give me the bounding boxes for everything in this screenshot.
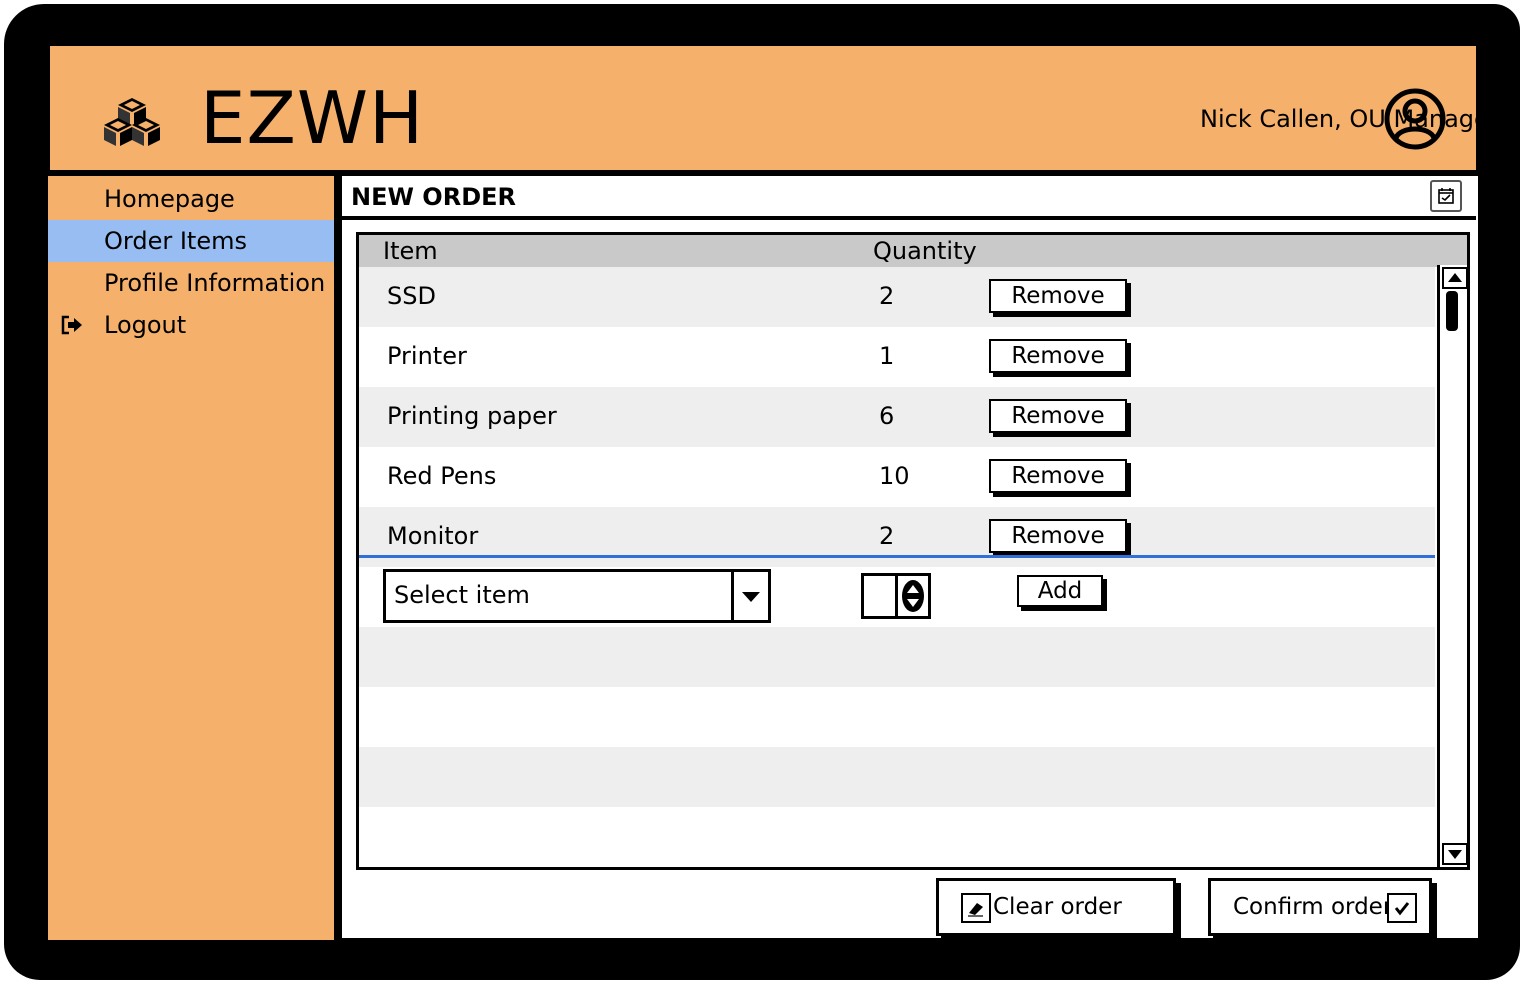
- sidebar-item-label: Profile Information: [104, 269, 326, 297]
- order-items-table: Item Quantity SSD 2 Remove Printer 1 Rem…: [356, 232, 1470, 870]
- logout-icon: [61, 315, 82, 335]
- item-name: Monitor: [387, 522, 479, 550]
- column-header-quantity: Quantity: [873, 237, 977, 265]
- clear-order-label: Clear order: [993, 894, 1122, 920]
- sidebar-item-order-items[interactable]: Order Items: [48, 220, 334, 262]
- item-name: Printer: [387, 342, 467, 370]
- sidebar-item-label: Order Items: [104, 227, 247, 255]
- table-row: Printing paper 6 Remove: [359, 387, 1435, 447]
- remove-button[interactable]: Remove: [989, 519, 1127, 553]
- confirm-order-button[interactable]: Confirm order: [1208, 878, 1432, 936]
- main-panel: NEW ORDER Item Quantity SSD 2 Remove Pri…: [342, 176, 1478, 938]
- item-name: Printing paper: [387, 402, 557, 430]
- item-select-value: Select item: [394, 581, 530, 609]
- remove-button[interactable]: Remove: [989, 279, 1127, 313]
- app-title: EZWH: [200, 76, 425, 160]
- confirm-order-label: Confirm order: [1233, 894, 1393, 920]
- item-quantity: 2: [879, 522, 895, 550]
- add-button[interactable]: Add: [1017, 575, 1103, 607]
- eraser-icon: [961, 893, 991, 923]
- chevron-up-icon: [1448, 273, 1462, 282]
- item-name: SSD: [387, 282, 436, 310]
- sidebar-item-logout[interactable]: Logout: [48, 304, 334, 346]
- table-row: Printer 1 Remove: [359, 327, 1435, 387]
- checkbox-check-icon: [1387, 893, 1417, 923]
- item-quantity: 2: [879, 282, 895, 310]
- app-header: EZWH Nick Callen, OU Manager: [50, 46, 1476, 170]
- table-row: SSD 2 Remove: [359, 267, 1435, 327]
- clear-order-button[interactable]: Clear order: [936, 878, 1176, 936]
- page-title: NEW ORDER: [351, 183, 516, 211]
- empty-row: [359, 627, 1435, 687]
- stepper-buttons[interactable]: [895, 576, 928, 616]
- remove-button[interactable]: Remove: [989, 459, 1127, 493]
- sidebar-item-label: Logout: [104, 311, 187, 339]
- sidebar-item-label: Homepage: [104, 185, 235, 213]
- selection-divider: [359, 555, 1435, 558]
- user-avatar-icon[interactable]: [1382, 86, 1448, 152]
- table-row: Monitor 2 Remove: [359, 507, 1435, 567]
- item-select[interactable]: Select item: [383, 569, 771, 623]
- scroll-up-button[interactable]: [1442, 267, 1467, 289]
- remove-button[interactable]: Remove: [989, 399, 1127, 433]
- table-row: Red Pens 10 Remove: [359, 447, 1435, 507]
- chevron-down-icon: [742, 592, 760, 602]
- select-arrow[interactable]: [731, 572, 768, 620]
- calendar-button[interactable]: [1430, 180, 1462, 212]
- scroll-down-button[interactable]: [1442, 843, 1467, 865]
- sidebar-item-profile-information[interactable]: Profile Information: [48, 262, 334, 304]
- item-quantity: 1: [879, 342, 895, 370]
- chevron-down-icon: [1448, 850, 1462, 859]
- calendar-icon: [1438, 188, 1454, 204]
- item-quantity: 10: [879, 462, 910, 490]
- table-header: Item Quantity: [359, 235, 1467, 267]
- scrollbar[interactable]: [1437, 265, 1467, 867]
- stepper-icon: [902, 580, 924, 612]
- item-name: Red Pens: [387, 462, 497, 490]
- item-quantity: 6: [879, 402, 895, 430]
- cubes-icon: [104, 98, 160, 146]
- column-header-item: Item: [383, 237, 438, 265]
- empty-row: [359, 747, 1435, 807]
- empty-row: [359, 687, 1435, 747]
- quantity-stepper[interactable]: [861, 573, 931, 619]
- sidebar: Homepage Order Items Profile Information…: [46, 174, 336, 942]
- panel-header: NEW ORDER: [342, 176, 1476, 220]
- scroll-thumb[interactable]: [1446, 291, 1458, 331]
- sidebar-item-homepage[interactable]: Homepage: [48, 178, 334, 220]
- remove-button[interactable]: Remove: [989, 339, 1127, 373]
